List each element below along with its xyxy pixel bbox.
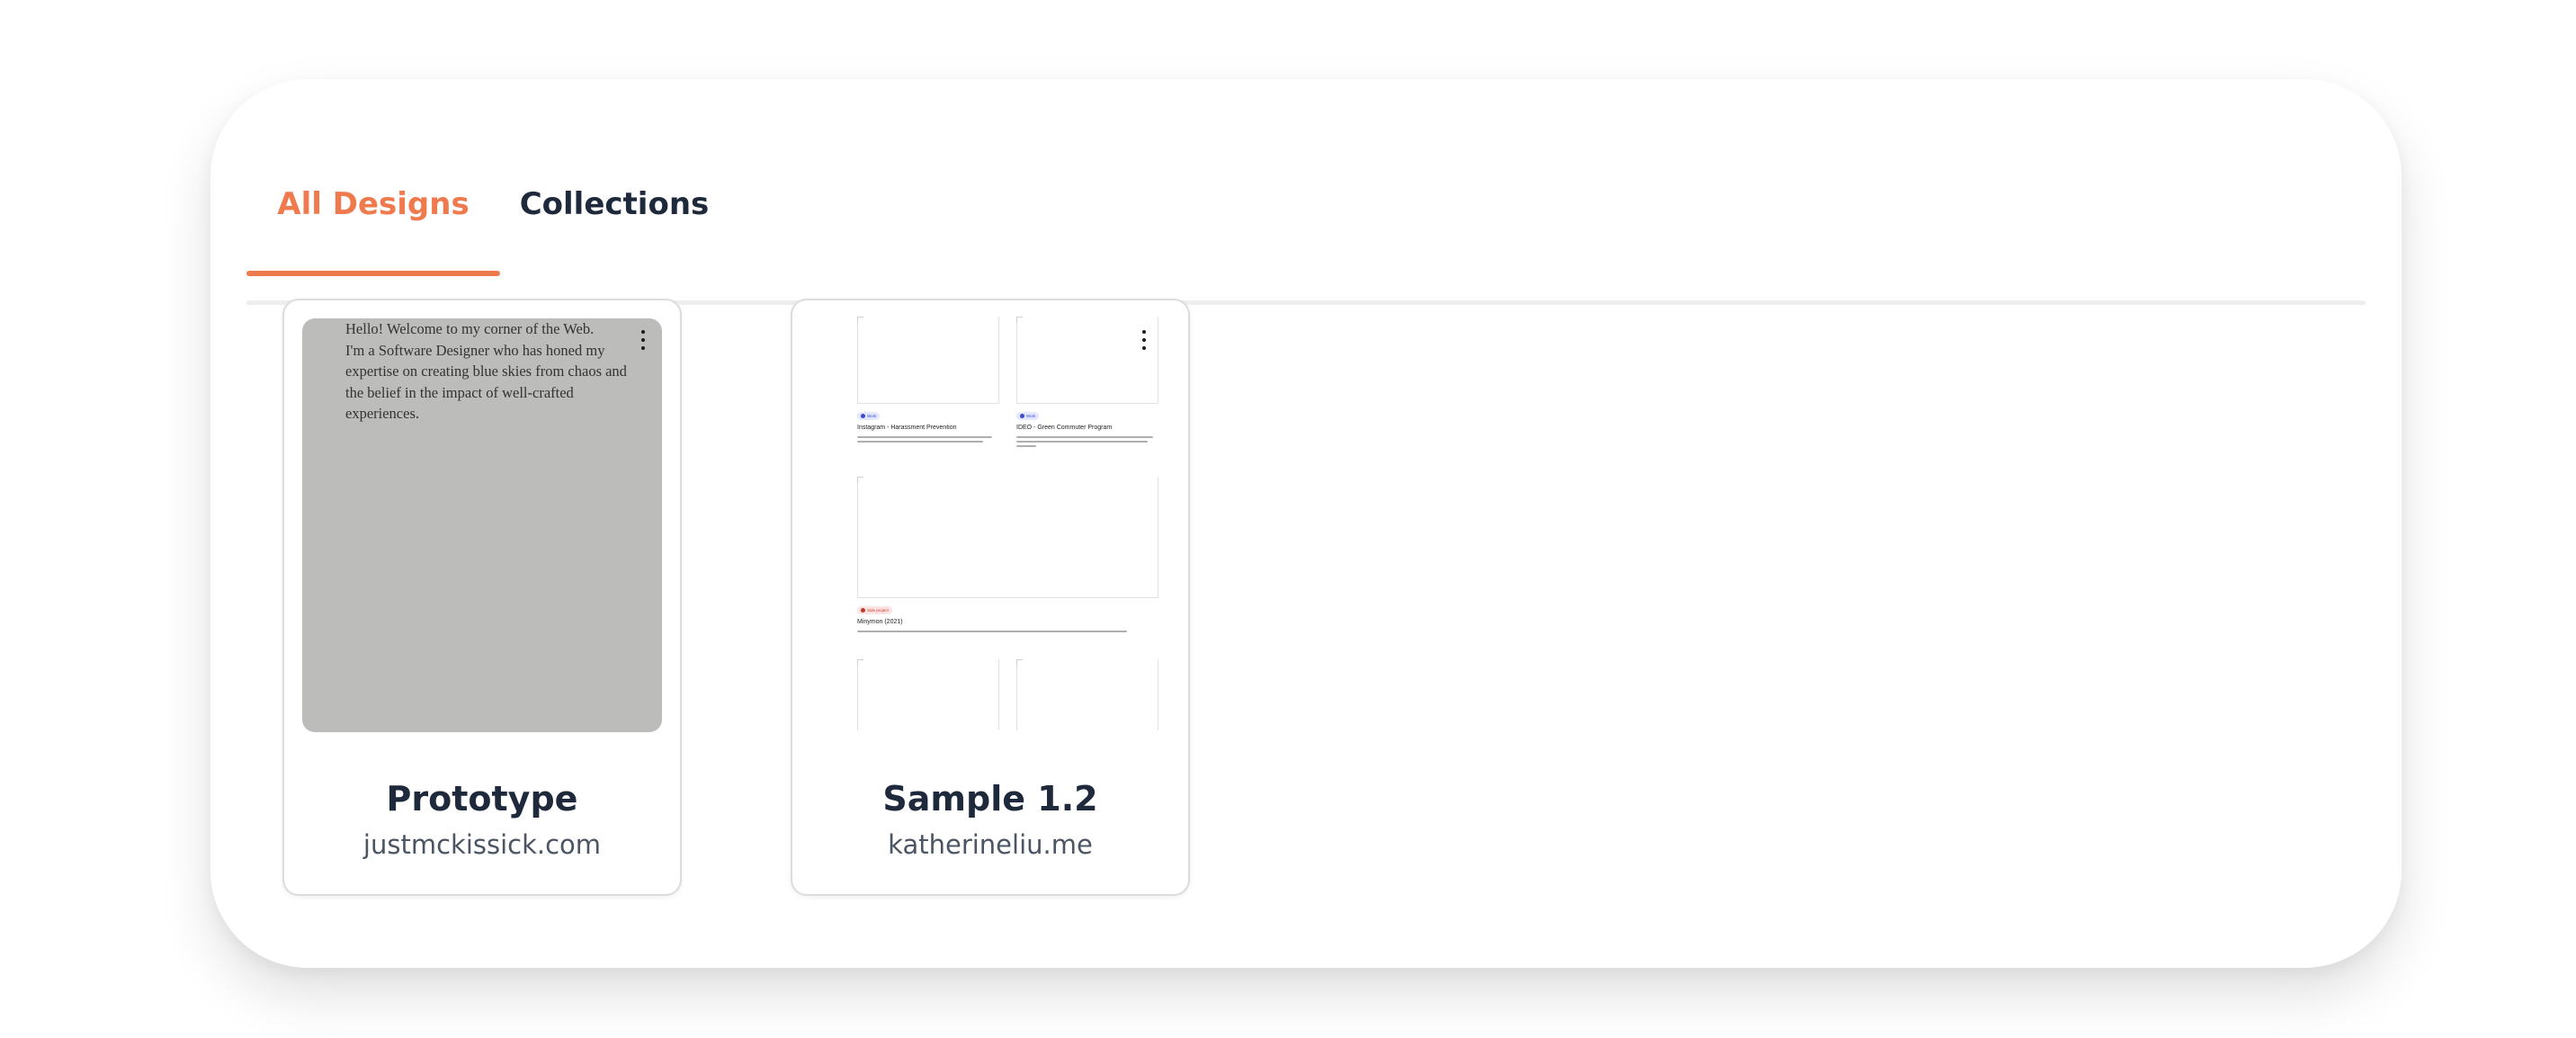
preview-text-line [857, 631, 1127, 632]
preview-project-title: Minymon (2021) [857, 619, 903, 625]
design-card-prototype[interactable]: Hello! Welcome to my corner of the Web. … [282, 299, 682, 896]
preview-line: the belief in the impact of well-crafted [345, 383, 574, 401]
design-title: Sample 1.2 [882, 779, 1098, 819]
tab-all-designs[interactable]: All Designs [246, 133, 500, 275]
design-site-url: justmckissick.com [362, 829, 602, 860]
preview-project-title: IDEO - Green Commuter Program [1016, 425, 1113, 431]
design-thumbnail[interactable]: Hello! Welcome to my corner of the Web. … [302, 318, 662, 732]
preview-text-line [1016, 441, 1148, 443]
thumbnail-preview-text: Hello! Welcome to my corner of the Web. … [345, 318, 633, 425]
preview-badge: Side project [857, 606, 892, 614]
preview-line: I'm a Software Designer who has honed my [345, 341, 605, 359]
preview-text-line [1016, 436, 1153, 438]
preview-image [1016, 659, 1158, 730]
preview-project-title: Instagram - Harassment Prevention [857, 425, 957, 431]
preview-line: experiences. [345, 405, 419, 422]
preview-image [857, 477, 1158, 598]
design-site-url: katherineliu.me [888, 829, 1093, 860]
design-card-sample[interactable]: Work Work Instagram - Harassment Prevent… [791, 299, 1190, 896]
kebab-menu-icon[interactable] [1134, 326, 1154, 354]
preview-badge: Work [1016, 412, 1040, 420]
design-thumbnail[interactable]: Work Work Instagram - Harassment Prevent… [810, 317, 1170, 730]
preview-text-line [857, 436, 992, 438]
design-title: Prototype [386, 779, 578, 819]
design-tabs: All Designs Collections [246, 133, 2366, 305]
preview-text-line [857, 441, 983, 443]
designs-panel: All Designs Collections Hello! Welcome t… [210, 79, 2402, 968]
active-tab-indicator [246, 271, 500, 276]
preview-text-line [1016, 445, 1036, 447]
kebab-menu-icon[interactable] [633, 326, 653, 354]
preview-image [857, 659, 999, 730]
preview-badge: Work [857, 412, 881, 420]
preview-line: Hello! Welcome to my corner of the Web. [345, 320, 595, 337]
preview-line: expertise on creating blue skies from ch… [345, 362, 627, 380]
tab-collections[interactable]: Collections [500, 133, 729, 275]
preview-image [857, 317, 999, 404]
